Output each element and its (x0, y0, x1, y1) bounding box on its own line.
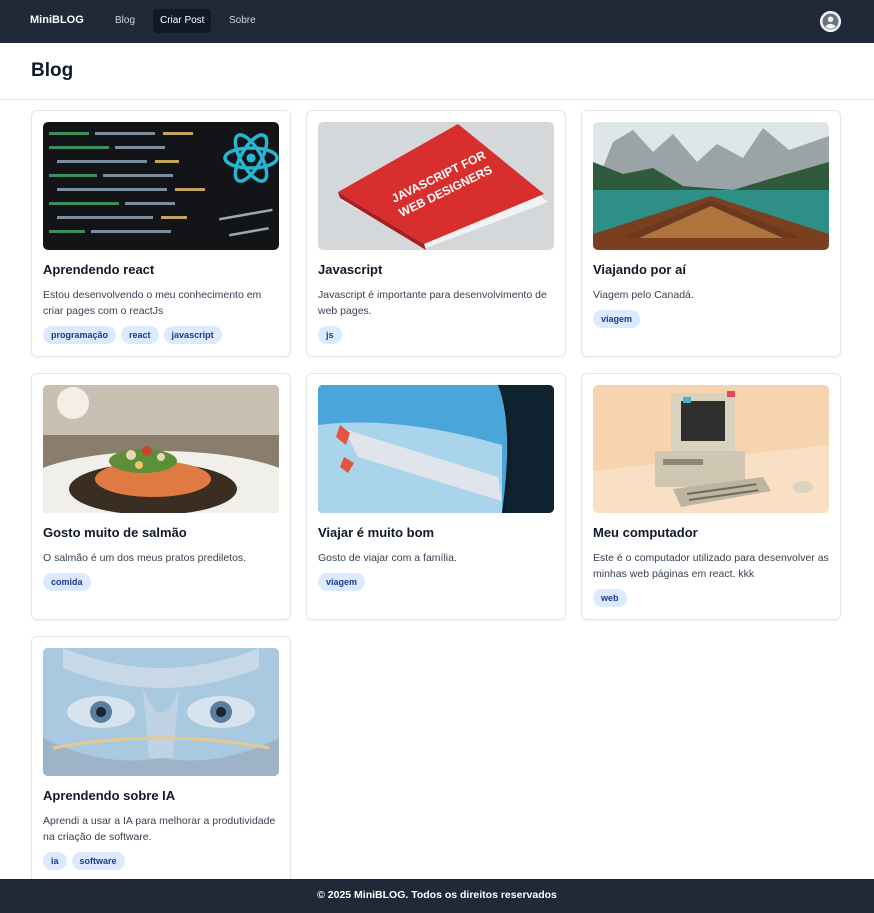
brand-logo[interactable]: MiniBLOG (30, 14, 84, 26)
post-image-react-code (43, 122, 279, 250)
post-description: Viagem pelo Canadá. (593, 289, 694, 301)
nav-link-criar-post[interactable]: Criar Post (153, 9, 212, 33)
tag-badge[interactable]: viagem (318, 573, 366, 591)
post-description: Gosto de viajar com a família. (318, 552, 457, 564)
footer-copyright: © 2025 MiniBLOG. Todos os direitos reser… (317, 889, 557, 901)
post-card[interactable]: Viajar é muito bom Gosto de viajar com a… (306, 373, 566, 620)
post-title[interactable]: Javascript (318, 262, 382, 277)
post-title[interactable]: Gosto muito de salmão (43, 525, 187, 540)
post-description: Este é o computador utilizado para desen… (593, 552, 829, 580)
post-title[interactable]: Viajar é muito bom (318, 525, 434, 540)
post-tags: ia software (43, 852, 125, 870)
post-card[interactable]: Viajando por aí Viagem pelo Canadá. viag… (581, 110, 841, 357)
post-image-airplane-wing (318, 385, 554, 513)
post-title[interactable]: Aprendendo sobre IA (43, 788, 175, 803)
page-footer: © 2025 MiniBLOG. Todos os direitos reser… (0, 879, 874, 913)
post-tags: viagem (593, 310, 641, 328)
nav-link-sobre[interactable]: Sobre (222, 9, 263, 33)
tag-badge[interactable]: javascript (163, 326, 222, 344)
post-image-lake-boat (593, 122, 829, 250)
post-description: Javascript é importante para desenvolvim… (318, 289, 547, 317)
post-image-retro-computer (593, 385, 829, 513)
post-image-salmon-dish (43, 385, 279, 513)
post-tags: js (318, 326, 342, 344)
top-navbar: MiniBLOG Blog Criar Post Sobre (0, 0, 874, 43)
post-card[interactable]: Aprendendo react Estou desenvolvendo o m… (31, 110, 291, 357)
tag-badge[interactable]: js (318, 326, 342, 344)
tag-badge[interactable]: software (71, 852, 125, 870)
post-title[interactable]: Aprendendo react (43, 262, 154, 277)
page-title: Blog (31, 60, 74, 81)
tag-badge[interactable]: viagem (593, 310, 641, 328)
post-tags: web (593, 589, 627, 607)
post-tags: programação react javascript (43, 326, 222, 344)
tag-badge[interactable]: react (121, 326, 159, 344)
nav-link-blog[interactable]: Blog (108, 9, 142, 33)
post-image-ai-robot-face (43, 648, 279, 776)
post-tags: viagem (318, 573, 366, 591)
tag-badge[interactable]: comida (43, 573, 91, 591)
user-avatar-icon[interactable] (820, 11, 841, 32)
tag-badge[interactable]: web (593, 589, 627, 607)
post-card[interactable]: Meu computador Este é o computador utili… (581, 373, 841, 620)
post-title[interactable]: Viajando por aí (593, 262, 686, 277)
page-header: Blog (0, 43, 874, 100)
post-description: Aprendi a usar a IA para melhorar a prod… (43, 815, 276, 843)
post-card[interactable]: Gosto muito de salmão O salmão é um dos … (31, 373, 291, 620)
post-description: O salmão é um dos meus pratos prediletos… (43, 552, 247, 564)
tag-badge[interactable]: programação (43, 326, 117, 344)
post-tags: comida (43, 573, 91, 591)
post-image-javascript-book: JAVASCRIPT FOR WEB DESIGNERS (318, 122, 554, 250)
post-description: Estou desenvolvendo o meu conhecimento e… (43, 289, 262, 317)
post-title[interactable]: Meu computador (593, 525, 698, 540)
tag-badge[interactable]: ia (43, 852, 67, 870)
post-card[interactable]: JAVASCRIPT FOR WEB DESIGNERS Javascript … (306, 110, 566, 357)
post-card[interactable]: Aprendendo sobre IA Aprendi a usar a IA … (31, 636, 291, 896)
